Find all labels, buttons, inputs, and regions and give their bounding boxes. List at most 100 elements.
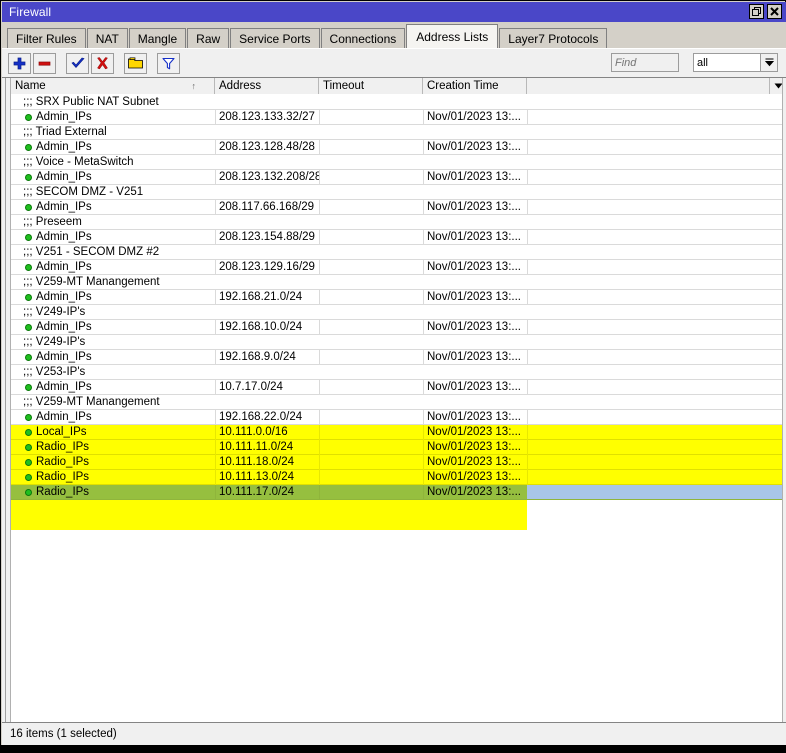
- column-header-name[interactable]: Name ↑: [11, 78, 215, 94]
- cell-creation: Nov/01/2023 13:...: [423, 440, 527, 454]
- table-row[interactable]: Admin_IPs 208.117.66.168/29 Nov/01/2023 13…: [11, 200, 786, 215]
- tab-layer7-protocols[interactable]: Layer7 Protocols: [499, 28, 608, 48]
- cell-divider: [319, 260, 320, 275]
- cell-text: 192.168.9.0/24: [219, 351, 296, 363]
- table-row[interactable]: Admin_IPs 192.168.21.0/24 Nov/01/2023 13:.…: [11, 290, 786, 305]
- cell-divider: [215, 140, 216, 155]
- table-row[interactable]: Admin_IPs 208.123.154.88/29 Nov/01/2023 13…: [11, 230, 786, 245]
- cell-timeout: [319, 230, 423, 244]
- table-row[interactable]: Admin_IPs 10.7.17.0/24 Nov/01/2023 13:...: [11, 380, 786, 395]
- cell-divider: [319, 140, 320, 155]
- cell-text: Admin_IPs: [36, 321, 92, 333]
- status-dot-icon: [25, 428, 32, 436]
- table-row[interactable]: Radio_IPs 10.111.13.0/24 Nov/01/2023 13:..…: [11, 470, 786, 485]
- table-comment-row[interactable]: ;;; Preseem: [11, 215, 786, 230]
- column-header-creation-time[interactable]: Creation Time: [423, 78, 527, 94]
- table-comment-row[interactable]: ;;; V249-IP's: [11, 335, 786, 350]
- cell-divider: [527, 320, 528, 335]
- table-comment-row[interactable]: ;;; SECOM DMZ - V251: [11, 185, 786, 200]
- table-row[interactable]: Admin_IPs 208.123.128.48/28 Nov/01/2023 13…: [11, 140, 786, 155]
- cell-creation: Nov/01/2023 13:...: [423, 110, 527, 124]
- firewall-window: Firewall Filter Rules NAT Mangle Raw Ser…: [0, 0, 786, 753]
- window-frame: Firewall Filter Rules NAT Mangle Raw Ser…: [0, 0, 786, 745]
- column-header-address[interactable]: Address: [215, 78, 319, 94]
- cell-creation: Nov/01/2023 13:...: [423, 470, 527, 484]
- cell-text: Admin_IPs: [36, 141, 92, 153]
- cell-text: 208.123.128.48/28: [219, 141, 315, 153]
- add-button[interactable]: [8, 52, 31, 74]
- scope-select-arrow[interactable]: [761, 53, 778, 72]
- table-row[interactable]: Admin_IPs 192.168.9.0/24 Nov/01/2023 13:..…: [11, 350, 786, 365]
- cell-name: Admin_IPs: [11, 200, 215, 214]
- window-title: Firewall: [9, 5, 52, 19]
- highlight-block: [11, 500, 527, 530]
- cell-divider: [215, 425, 216, 440]
- table-comment-row[interactable]: ;;; V259-MT Manangement: [11, 275, 786, 290]
- filter-button[interactable]: [157, 52, 180, 74]
- tab-connections[interactable]: Connections: [320, 28, 406, 48]
- cell-divider: [215, 440, 216, 455]
- table-row[interactable]: Admin_IPs 208.123.133.32/27 Nov/01/2023 13…: [11, 110, 786, 125]
- cell-divider: [527, 380, 528, 395]
- cell-text: Radio_IPs: [36, 456, 90, 468]
- vertical-scrollbar[interactable]: [782, 78, 786, 723]
- column-header-timeout[interactable]: Timeout: [319, 78, 423, 94]
- folder-icon: [128, 57, 143, 69]
- comment-text: ;;; V259-MT Manangement: [23, 276, 160, 288]
- tab-nat[interactable]: NAT: [86, 28, 128, 48]
- restore-button[interactable]: [749, 4, 764, 19]
- cell-name: Admin_IPs: [11, 170, 215, 184]
- tab-address-lists[interactable]: Address Lists: [406, 24, 499, 48]
- cell-address: 208.123.128.48/28: [215, 140, 319, 154]
- cell-text: Nov/01/2023 13:...: [427, 486, 521, 498]
- table-comment-row[interactable]: ;;; V259-MT Manangement: [11, 395, 786, 410]
- close-button[interactable]: [767, 4, 782, 19]
- table-row[interactable]: Admin_IPs 208.123.129.16/29 Nov/01/2023 13…: [11, 260, 786, 275]
- cell-creation: Nov/01/2023 13:...: [423, 380, 527, 394]
- cell-address: 192.168.22.0/24: [215, 410, 319, 424]
- cell-timeout: [319, 410, 423, 424]
- cell-name: Radio_IPs: [11, 485, 215, 499]
- search-input[interactable]: [611, 53, 679, 72]
- table-comment-row[interactable]: ;;; Triad External: [11, 125, 786, 140]
- cell-name: Admin_IPs: [11, 350, 215, 364]
- cell-divider: [215, 485, 216, 500]
- cell-divider: [527, 350, 528, 365]
- remove-button[interactable]: [33, 52, 56, 74]
- table-comment-row[interactable]: ;;; SRX Public NAT Subnet: [11, 95, 786, 110]
- table-comment-row[interactable]: ;;; Voice - MetaSwitch: [11, 155, 786, 170]
- cell-text: Admin_IPs: [36, 111, 92, 123]
- table-body[interactable]: ;;; SRX Public NAT Subnet Admin_IPs 208.12…: [11, 95, 786, 723]
- cell-address: 208.123.129.16/29: [215, 260, 319, 274]
- cell-creation: Nov/01/2023 13:...: [423, 200, 527, 214]
- table-comment-row[interactable]: ;;; V251 - SECOM DMZ #2: [11, 245, 786, 260]
- table-row[interactable]: Radio_IPs 10.111.11.0/24 Nov/01/2023 13:..…: [11, 440, 786, 455]
- cell-address: 192.168.21.0/24: [215, 290, 319, 304]
- column-header-blank[interactable]: [527, 78, 769, 94]
- enable-button[interactable]: [66, 52, 89, 74]
- table-row[interactable]: Admin_IPs 192.168.10.0/24 Nov/01/2023 13:.…: [11, 320, 786, 335]
- table-comment-row[interactable]: ;;; V249-IP's: [11, 305, 786, 320]
- table-row[interactable]: Local_IPs 10.111.0.0/16 Nov/01/2023 13:...: [11, 425, 786, 440]
- tab-mangle[interactable]: Mangle: [128, 28, 187, 48]
- comment-button[interactable]: [124, 52, 147, 74]
- cell-name: Radio_IPs: [11, 440, 215, 454]
- cell-text: 192.168.22.0/24: [219, 411, 303, 423]
- cell-text: Admin_IPs: [36, 291, 92, 303]
- table-row[interactable]: Radio_IPs 10.111.18.0/24 Nov/01/2023 13:..…: [11, 455, 786, 470]
- scope-select[interactable]: all: [693, 53, 761, 72]
- cell-text: 10.111.17.0/24: [219, 486, 295, 498]
- cell-divider: [423, 440, 424, 455]
- cell-divider: [319, 320, 320, 335]
- cell-divider: [215, 170, 216, 185]
- address-list-table: Name ↑ Address Timeout Creation Time ;;;…: [2, 77, 786, 723]
- table-row[interactable]: Admin_IPs 208.123.132.208/28 Nov/01/2023 1…: [11, 170, 786, 185]
- disable-button[interactable]: [91, 52, 114, 74]
- tab-service-ports[interactable]: Service Ports: [230, 28, 320, 48]
- table-comment-row[interactable]: ;;; V253-IP's: [11, 365, 786, 380]
- tab-filter-rules[interactable]: Filter Rules: [7, 28, 86, 48]
- table-row[interactable]: Admin_IPs 192.168.22.0/24 Nov/01/2023 13:.…: [11, 410, 786, 425]
- cell-timeout: [319, 380, 423, 394]
- cell-text: Local_IPs: [36, 426, 87, 438]
- tab-raw[interactable]: Raw: [187, 28, 230, 48]
